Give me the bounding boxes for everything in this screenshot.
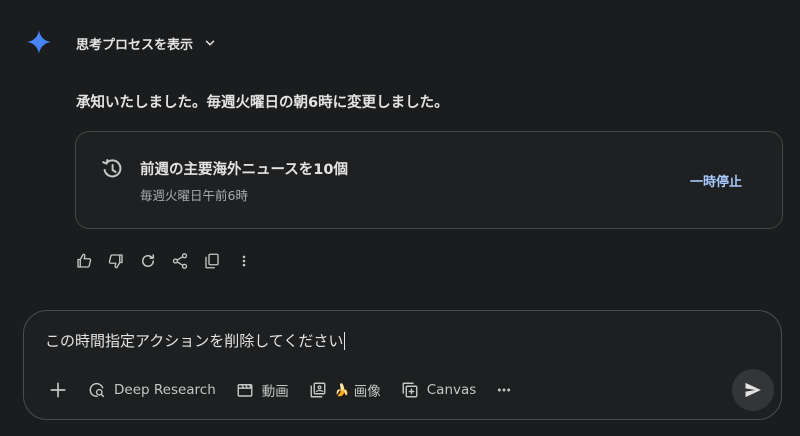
send-icon — [745, 382, 761, 398]
plus-icon — [50, 382, 66, 398]
image-button[interactable]: 🍌 画像 — [299, 373, 391, 407]
copy-icon[interactable] — [202, 251, 222, 271]
regenerate-icon[interactable] — [138, 251, 158, 271]
canvas-icon — [402, 382, 418, 398]
deep-research-label: Deep Research — [114, 382, 216, 398]
video-button[interactable]: 動画 — [226, 373, 299, 407]
share-icon[interactable] — [170, 251, 190, 271]
thumbs-down-icon[interactable] — [106, 251, 126, 271]
canvas-label: Canvas — [426, 382, 477, 398]
banana-icon: 🍌 — [334, 383, 350, 397]
schedule-history-icon — [102, 159, 122, 178]
deep-research-icon — [89, 382, 105, 398]
send-button[interactable] — [732, 369, 774, 411]
show-thinking-toggle[interactable]: 思考プロセスを表示 — [76, 34, 217, 53]
more-horiz-icon — [498, 388, 511, 392]
response-actions — [74, 251, 266, 271]
prompt-input-value: この時間指定アクションを削除してください — [45, 332, 344, 350]
more-vert-icon[interactable] — [234, 251, 254, 271]
chevron-down-icon — [205, 40, 215, 46]
pause-button[interactable]: 一時停止 — [680, 169, 752, 191]
scheduled-action-card[interactable]: 前週の主要海外ニュースを10個 毎週火曜日午前6時 一時停止 — [75, 131, 783, 229]
image-label: 画像 — [353, 384, 381, 400]
scheduled-action-title: 前週の主要海外ニュースを10個 — [140, 162, 348, 178]
video-label: 動画 — [261, 384, 289, 400]
thumbs-up-icon[interactable] — [74, 251, 94, 271]
video-clapper-icon — [237, 384, 253, 397]
add-button[interactable] — [38, 373, 78, 407]
show-thinking-label: 思考プロセスを表示 — [76, 37, 194, 53]
composer-toolbar: Deep Research 動画 🍌 画像 Canvas — [38, 373, 522, 407]
response-text: 承知いたしました。毎週火曜日の朝6時に変更しました。 — [76, 95, 449, 111]
image-icon — [310, 382, 326, 398]
text-caret — [344, 331, 346, 350]
more-tools-button[interactable] — [486, 373, 522, 407]
prompt-composer[interactable]: この時間指定アクションを削除してください Deep Research 動画 🍌 … — [23, 310, 782, 420]
scheduled-action-schedule: 毎週火曜日午前6時 — [140, 188, 248, 203]
prompt-input[interactable]: この時間指定アクションを削除してください — [45, 330, 346, 351]
gemini-spark-icon — [27, 30, 51, 54]
canvas-button[interactable]: Canvas — [391, 373, 487, 407]
deep-research-button[interactable]: Deep Research — [78, 373, 226, 407]
